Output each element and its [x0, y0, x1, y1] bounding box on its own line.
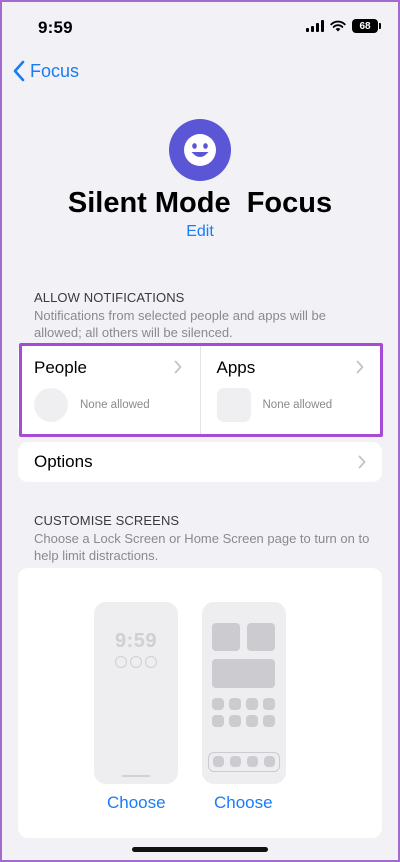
app-icon-placeholder — [229, 698, 241, 710]
back-label: Focus — [30, 60, 80, 81]
battery-icon: 68 — [352, 19, 381, 33]
back-button[interactable]: Focus — [12, 60, 79, 82]
chevron-right-icon — [358, 455, 366, 469]
status-icons: 68 — [306, 19, 381, 33]
cellular-signal-icon — [306, 20, 324, 32]
people-placeholder-avatar — [34, 388, 68, 422]
lock-home-bar — [122, 775, 150, 777]
chevron-right-icon — [174, 360, 181, 374]
apps-row[interactable]: Apps None allowed — [199, 344, 383, 436]
wifi-icon — [330, 20, 346, 32]
people-apps-card: People None allowed Apps None allowed — [18, 344, 382, 436]
choose-lock-screen-button[interactable]: Choose — [107, 793, 166, 813]
home-screen-preview[interactable] — [202, 602, 286, 784]
lock-preview-time: 9:59 — [114, 630, 158, 652]
lock-screen-preview[interactable]: 9:59 — [94, 602, 178, 784]
edit-button[interactable]: Edit — [2, 223, 398, 241]
chevron-right-icon — [356, 360, 364, 374]
apps-status: None allowed — [262, 399, 333, 411]
widget-placeholder — [212, 659, 275, 688]
allow-notifications-header: ALLOW NOTIFICATIONS — [34, 290, 185, 305]
app-icon-placeholder — [246, 715, 258, 727]
apps-label: Apps — [216, 358, 256, 377]
widget-placeholder — [212, 623, 240, 651]
app-icon-placeholder — [212, 698, 224, 710]
app-icon-placeholder — [263, 715, 275, 727]
people-status: None allowed — [80, 399, 150, 411]
focus-settings-screen: 9:59 68 Focus Silent Mode Focus Edit ALL… — [2, 2, 398, 860]
people-row[interactable]: People None allowed — [18, 344, 200, 436]
allow-notifications-description: Notifications from selected people and a… — [34, 308, 326, 340]
chevron-left-icon — [13, 60, 25, 82]
customise-screens-description: Choose a Lock Screen or Home Screen page… — [34, 531, 370, 563]
app-icon-placeholder — [212, 715, 224, 727]
people-label: People — [34, 358, 87, 377]
customise-screens-header: CUSTOMISE SCREENS — [34, 513, 180, 528]
home-indicator[interactable] — [132, 847, 268, 852]
page-title: Silent Mode Focus — [67, 187, 333, 219]
choose-home-screen-button[interactable]: Choose — [214, 793, 273, 813]
status-time: 9:59 — [38, 18, 73, 37]
smiley-face-icon — [169, 119, 231, 181]
customise-screens-card: 9:59 Choose Choose — [18, 568, 382, 838]
widget-placeholder — [247, 623, 275, 651]
app-icon-placeholder — [263, 698, 275, 710]
app-icon-placeholder — [246, 698, 258, 710]
lock-widgets — [94, 656, 178, 668]
app-icon-placeholder — [229, 715, 241, 727]
options-label: Options — [34, 452, 93, 471]
dock-placeholder — [208, 752, 280, 772]
apps-placeholder-icon — [216, 388, 251, 422]
options-row[interactable]: Options — [18, 442, 382, 482]
